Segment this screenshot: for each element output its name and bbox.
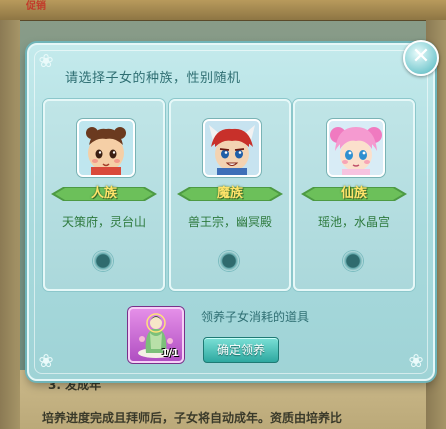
background-top-bar: 促销 xyxy=(0,0,446,21)
confirm-adopt-button[interactable]: 确定领养 xyxy=(203,337,279,363)
adopt-child-dialog: ❀ ❀ ❀ 请选择子女的种族，性别随机 ✕ 人族 天策府，灵台山 魔族 兽王宗，… xyxy=(27,40,439,381)
race-select-radio[interactable] xyxy=(219,251,239,271)
race-card-human[interactable]: 人族 天策府，灵台山 xyxy=(43,99,165,291)
consume-item-label: 领养子女消耗的道具 xyxy=(201,310,310,324)
race-name-label: 人族 xyxy=(90,186,117,201)
immortal-child-portrait-icon xyxy=(327,119,385,177)
race-label-banner: 人族 xyxy=(51,185,157,203)
human-child-portrait-icon xyxy=(77,119,135,177)
race-card-immortal[interactable]: 仙族 瑶池，水晶宫 xyxy=(293,99,415,291)
race-description: 天策府，灵台山 xyxy=(61,215,146,229)
race-description: 兽王宗，幽冥殿 xyxy=(187,215,272,229)
race-card-demon[interactable]: 魔族 兽王宗，幽冥殿 xyxy=(169,99,291,291)
close-icon: ✕ xyxy=(411,44,431,69)
race-select-radio[interactable] xyxy=(343,251,363,271)
background-info-text: 培养进度完成且拜师后，子女将自动成年。资质由培养比 xyxy=(42,411,343,425)
dialog-title: 请选择子女的种族，性别随机 xyxy=(65,71,241,86)
close-button[interactable]: ✕ xyxy=(403,40,439,76)
background-tab-label: 促销 xyxy=(26,1,46,12)
race-description: 瑶池，水晶宫 xyxy=(317,215,390,229)
item-count: 1/1 xyxy=(161,348,179,359)
corner-ornament-icon: ❀ xyxy=(408,351,424,372)
corner-ornament-icon: ❀ xyxy=(38,51,54,72)
background-left-border xyxy=(0,20,20,429)
adopt-item-slot[interactable]: 1/1 xyxy=(128,307,184,363)
race-name-label: 魔族 xyxy=(216,186,243,201)
race-name-label: 仙族 xyxy=(340,186,367,201)
race-select-radio[interactable] xyxy=(93,251,113,271)
race-label-banner: 魔族 xyxy=(177,185,283,203)
demon-child-portrait-icon xyxy=(203,119,261,177)
race-label-banner: 仙族 xyxy=(301,185,407,203)
corner-ornament-icon: ❀ xyxy=(38,351,54,372)
